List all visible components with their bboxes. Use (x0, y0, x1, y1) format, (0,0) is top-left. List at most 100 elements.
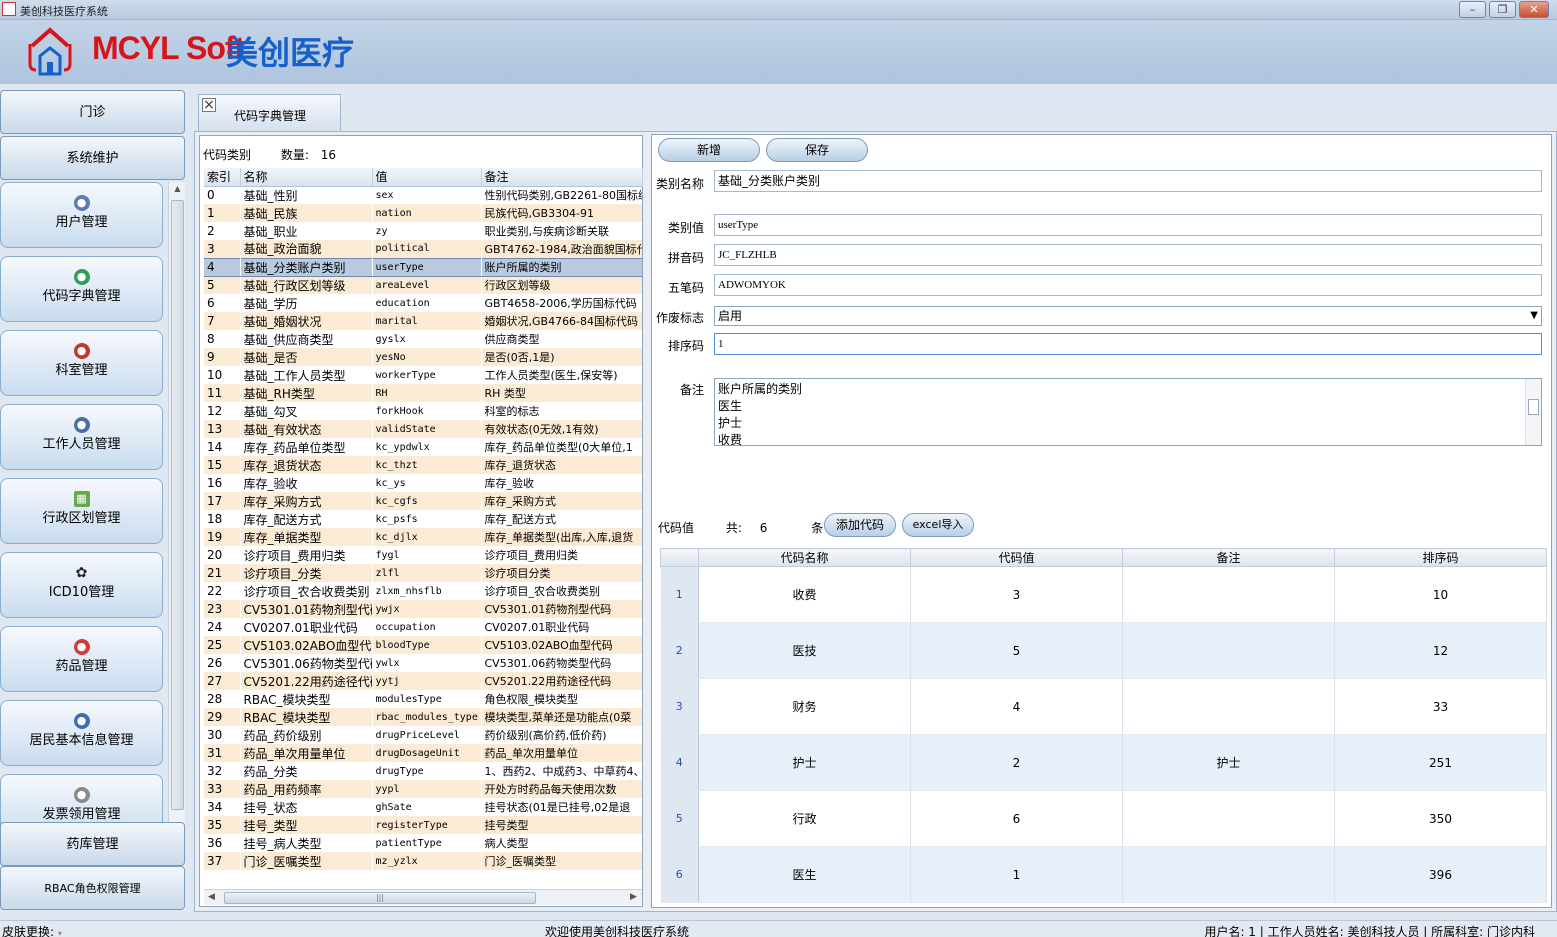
table-row[interactable]: 5 基础_行政区划等级 areaLevel 行政区划等级 (204, 276, 642, 294)
category-name-field[interactable]: 基础_分类账户类别 (714, 170, 1542, 192)
table-cell: gyslx (372, 330, 481, 348)
table-cell: RH (372, 384, 481, 402)
category-value-field[interactable]: userType (714, 214, 1542, 236)
table-row[interactable]: 2 基础_职业 zy 职业类别,与疾病诊断关联 (204, 222, 642, 240)
table-row[interactable]: 18 库存_配送方式 kc_psfs 库存_配送方式 (204, 510, 642, 528)
add-code-button[interactable]: 添加代码 (824, 513, 896, 537)
table-row[interactable]: 25 CV5103.02ABO血型代码 bloodType CV5103.02ABO血… (204, 636, 642, 654)
table-row[interactable]: 26 CV5301.06药物类型代码 ywlx CV5301.06药物类型代码 (204, 654, 642, 672)
table-row[interactable]: 12 基础_勾叉 forkHook 科室的标志 (204, 402, 642, 420)
table-row[interactable]: 23 CV5301.01药物剂型代码 ywjx CV5301.01药物剂型代码 (204, 600, 642, 618)
nav-item-icd10[interactable]: ✿ ICD10管理 (0, 552, 163, 618)
table-row[interactable]: 14 库存_药品单位类型 kc_ypdwlx 库存_药品单位类型(0大单位,1 (204, 438, 642, 456)
table-row[interactable]: 22 诊疗项目_农合收费类别 zlxm_nhsflb 诊疗项目_农合收费类别 (204, 582, 642, 600)
status-select[interactable]: 启用 ▼ (714, 306, 1542, 326)
close-button[interactable]: ✕ (1519, 1, 1549, 18)
scroll-left-icon[interactable]: ◀ (208, 892, 215, 902)
table-row[interactable]: 0 基础_性别 sex 性别代码类别,GB2261-80国标编 (204, 186, 642, 204)
table-row[interactable]: 11 基础_RH类型 RH RH 类型 (204, 384, 642, 402)
pinyin-field[interactable]: JC_FLZHLB (714, 244, 1542, 266)
nav-group-outpatient[interactable]: 门诊 (0, 90, 185, 134)
table-row[interactable]: 31 药品_单次用量单位 drugDosageUnit 药品_单次用量单位 (204, 744, 642, 762)
nav-item-department[interactable]: ● 科室管理 (0, 330, 163, 396)
close-tab-icon[interactable]: × (202, 98, 216, 112)
save-button[interactable]: 保存 (766, 138, 868, 162)
tab-dictionary[interactable]: × 代码字典管理 (198, 94, 341, 132)
table-row[interactable]: 1 基础_民族 nation 民族代码,GB3304-91 (204, 204, 642, 222)
table-row[interactable]: 13 基础_有效状态 validState 有效状态(0无效,1有效) (204, 420, 642, 438)
table-row[interactable]: 21 诊疗项目_分类 zlfl 诊疗项目分类 (204, 564, 642, 582)
table-cell: kc_ys (372, 474, 481, 492)
memo-textarea[interactable]: 账户所属的类别 医生 护士 收费 (714, 378, 1542, 446)
table-row[interactable]: 17 库存_采购方式 kc_cgfs 库存_采购方式 (204, 492, 642, 510)
wubi-field[interactable]: ADWOMYOK (714, 274, 1542, 296)
nav-item-resident[interactable]: ● 居民基本信息管理 (0, 700, 163, 766)
column-header[interactable]: 名称 (240, 168, 373, 187)
memo-scrollbar[interactable] (1525, 379, 1541, 445)
nav-item-medicine[interactable]: ● 药品管理 (0, 626, 163, 692)
scroll-thumb[interactable] (1528, 399, 1539, 415)
chevron-down-icon[interactable]: ▼ (1530, 307, 1538, 325)
table-row[interactable]: 6 基础_学历 education GBT4658-2006,学历国标代码 (204, 294, 642, 312)
table-row[interactable]: 8 基础_供应商类型 gyslx 供应商类型 (204, 330, 642, 348)
table-row[interactable]: 29 RBAC_模块类型 rbac_modules_type 模块类型,菜单还是功能点… (204, 708, 642, 726)
nav-item-user-management[interactable]: ● 用户管理 (0, 182, 163, 248)
table-cell: 9 (204, 348, 240, 366)
horizontal-scrollbar[interactable]: ◀ ||| ▶ (204, 889, 642, 905)
table-row[interactable]: 37 门诊_医嘱类型 mz_yzlx 门诊_医嘱类型 (204, 852, 642, 870)
table-row[interactable]: 16 库存_验收 kc_ys 库存_验收 (204, 474, 642, 492)
table-row[interactable]: 33 药品_用药频率 yypl 开处方时药品每天使用次数 (204, 780, 642, 798)
scroll-thumb[interactable]: ||| (224, 892, 536, 904)
table-cell: 基础_勾叉 (240, 402, 372, 420)
table-row-selected[interactable]: 4 基础_分类账户类别 userType 账户所属的类别 (204, 257, 642, 277)
sort-field[interactable]: 1 (714, 333, 1542, 355)
scroll-thumb[interactable] (171, 200, 184, 810)
column-header[interactable]: 代码值 (910, 548, 1123, 567)
nav-scrollbar[interactable]: ▲ ▼ (168, 182, 185, 910)
scroll-right-icon[interactable]: ▶ (630, 892, 637, 902)
nav-group-rbac[interactable]: RBAC角色权限管理 (0, 866, 185, 910)
nav-group-pharmacy[interactable]: 药库管理 (0, 822, 185, 866)
table-cell: 门诊_医嘱类型 (240, 852, 372, 870)
table-row[interactable]: 2 医技 5 12 (660, 622, 1547, 679)
table-row[interactable]: 34 挂号_状态 ghSate 挂号状态(01是已挂号,02是退 (204, 798, 642, 816)
nav-group-system[interactable]: 系统维护 (0, 136, 185, 180)
table-row[interactable]: 35 挂号_类型 registerType 挂号类型 (204, 816, 642, 834)
restore-button[interactable]: ❐ (1489, 1, 1516, 18)
scroll-up-icon[interactable]: ▲ (171, 184, 184, 198)
table-row[interactable]: 9 基础_是否 yesNo 是否(0否,1是) (204, 348, 642, 366)
table-row[interactable]: 4 护士 2 护士 251 (660, 734, 1547, 791)
table-row[interactable]: 24 CV0207.01职业代码 occupation CV0207.01职业代码 (204, 618, 642, 636)
table-row[interactable]: 19 库存_单据类型 kc_djlx 库存_单据类型(出库,入库,退货 (204, 528, 642, 546)
table-row[interactable]: 27 CV5201.22用药途径代码 yytj CV5201.22用药途径代码 (204, 672, 642, 690)
table-row[interactable]: 7 基础_婚姻状况 marital 婚姻状况,GB4766-84国标代码 (204, 312, 642, 330)
column-header[interactable]: 代码名称 (698, 548, 911, 567)
table-row[interactable]: 36 挂号_病人类型 patientType 病人类型 (204, 834, 642, 852)
table-row[interactable]: 3 基础_政治面貌 political GBT4762-1984,政治面貌国标代 (204, 240, 642, 258)
table-cell: 4 (910, 678, 1123, 735)
minimize-button[interactable]: – (1459, 1, 1486, 18)
table-row[interactable]: 30 药品_药价级别 drugPriceLevel 药价级别(高价药,低价药) (204, 726, 642, 744)
nav-item-dictionary[interactable]: ● 代码字典管理 (0, 256, 163, 322)
table-row[interactable]: 32 药品_分类 drugType 1、西药2、中成药3、中草药4、 (204, 762, 642, 780)
table-row[interactable]: 20 诊疗项目_费用归类 fygl 诊疗项目_费用归类 (204, 546, 642, 564)
column-header[interactable]: 值 (372, 168, 482, 187)
table-row[interactable]: 3 财务 4 33 (660, 678, 1547, 735)
skin-selector[interactable]: 皮肤更换: ▾ (2, 923, 62, 937)
nav-item-region[interactable]: ▦ 行政区划管理 (0, 478, 163, 544)
table-row[interactable]: 10 基础_工作人员类型 workerType 工作人员类型(医生,保安等) (204, 366, 642, 384)
nav-item-staff[interactable]: ● 工作人员管理 (0, 404, 163, 470)
column-header[interactable]: 索引 (204, 168, 241, 187)
column-header[interactable]: 排序码 (1334, 548, 1547, 567)
table-row[interactable]: 1 收费 3 10 (660, 566, 1547, 623)
table-cell: 32 (204, 762, 240, 780)
table-row[interactable]: 5 行政 6 350 (660, 790, 1547, 847)
category-header: 代码类别 数量: 16 (203, 146, 362, 163)
column-header[interactable]: 备注 (481, 168, 643, 187)
table-row[interactable]: 6 医生 1 396 (660, 846, 1547, 903)
column-header[interactable]: 备注 (1122, 548, 1335, 567)
add-button[interactable]: 新增 (658, 138, 760, 162)
excel-import-button[interactable]: excel导入 (902, 513, 974, 537)
table-row[interactable]: 15 库存_退货状态 kc_thzt 库存_退货状态 (204, 456, 642, 474)
table-row[interactable]: 28 RBAC_模块类型 modulesType 角色权限_模块类型 (204, 690, 642, 708)
